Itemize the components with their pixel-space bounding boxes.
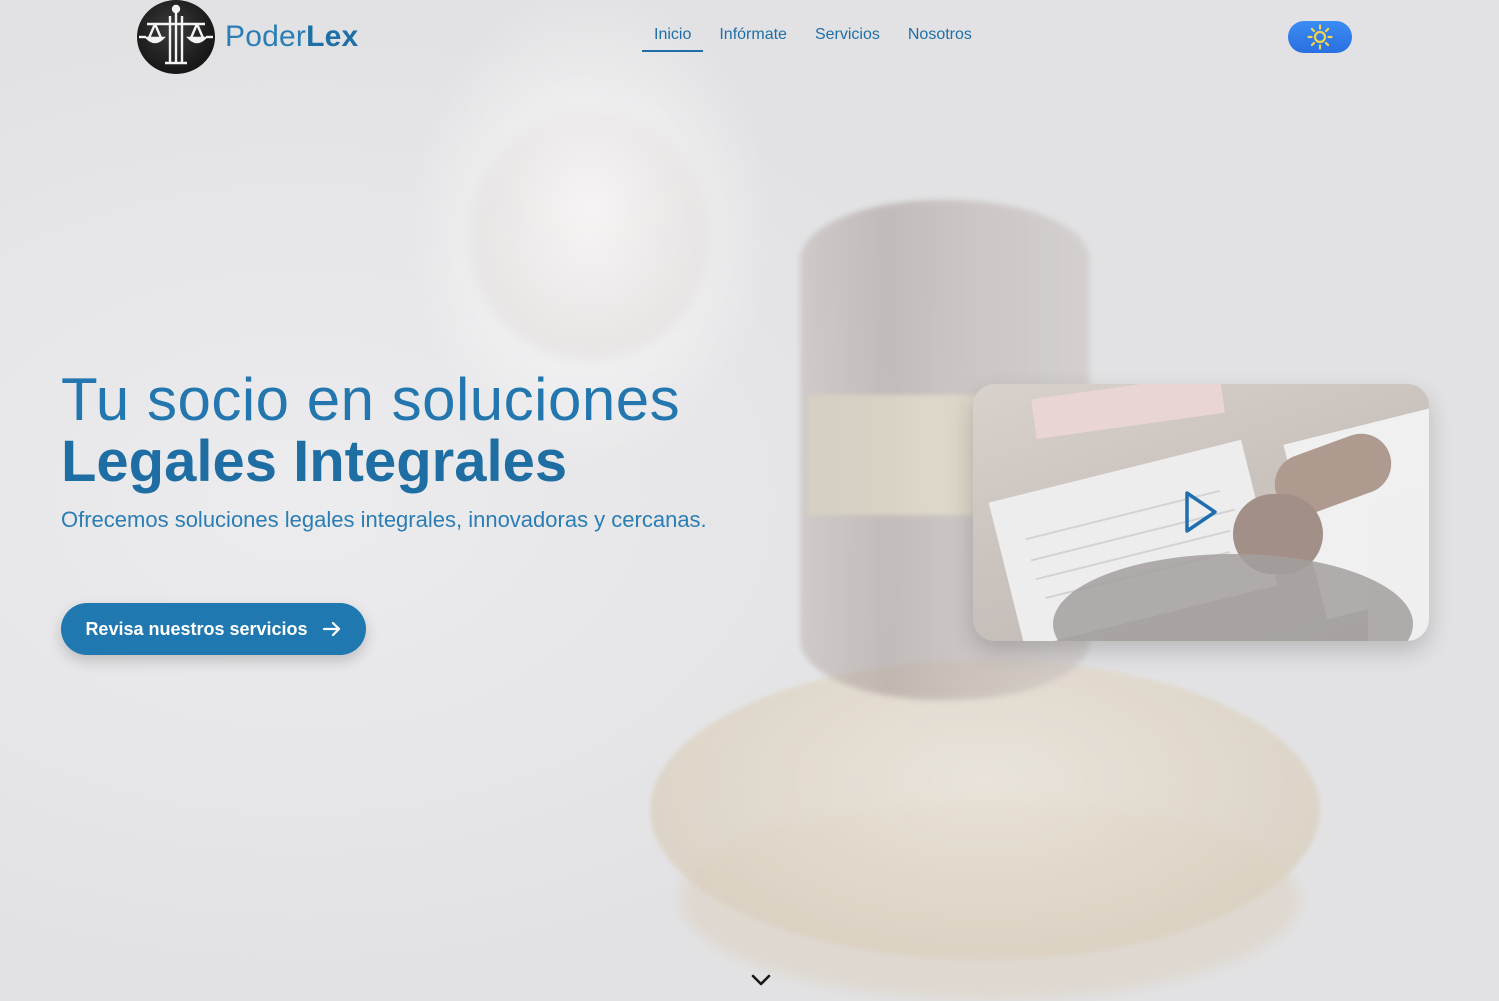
play-icon[interactable] (1183, 489, 1219, 535)
services-cta-button[interactable]: Revisa nuestros servicios (61, 603, 366, 655)
site-header: PoderLex Inicio Infórmate Servicios Noso… (0, 0, 1499, 78)
theme-toggle-button[interactable] (1288, 21, 1352, 53)
nav-item-servicios[interactable]: Servicios (803, 26, 892, 52)
nav-item-informate[interactable]: Infórmate (707, 26, 799, 52)
hero-title-line-2: Legales Integrales (61, 429, 568, 494)
sound-block-image (650, 660, 1320, 960)
cta-label: Revisa nuestros servicios (85, 618, 308, 639)
brand-logo[interactable]: PoderLex (137, 0, 358, 74)
brand-name: PoderLex (225, 20, 358, 54)
sun-icon (1307, 24, 1333, 50)
scales-of-justice-icon (137, 0, 215, 74)
scroll-down-button[interactable] (750, 973, 772, 992)
hero-subtitle: Ofrecemos soluciones legales integrales,… (61, 507, 707, 532)
nav-item-inicio[interactable]: Inicio (642, 26, 704, 52)
gavel-handle-image (470, 110, 710, 360)
arrow-right-icon (322, 621, 340, 637)
hero-section: Tu socio en soluciones Legales Integrale… (61, 368, 741, 536)
brand-name-bold: Lex (306, 20, 359, 53)
hero-title: Tu socio en soluciones Legales Integrale… (61, 368, 741, 492)
chevron-down-icon (751, 974, 771, 986)
hero-title-line-1: Tu socio en soluciones (61, 366, 681, 433)
intro-video-player[interactable] (973, 384, 1429, 641)
brand-name-light: Poder (225, 20, 307, 53)
main-nav: Inicio Infórmate Servicios Nosotros (642, 26, 988, 52)
nav-item-nosotros[interactable]: Nosotros (896, 26, 984, 52)
